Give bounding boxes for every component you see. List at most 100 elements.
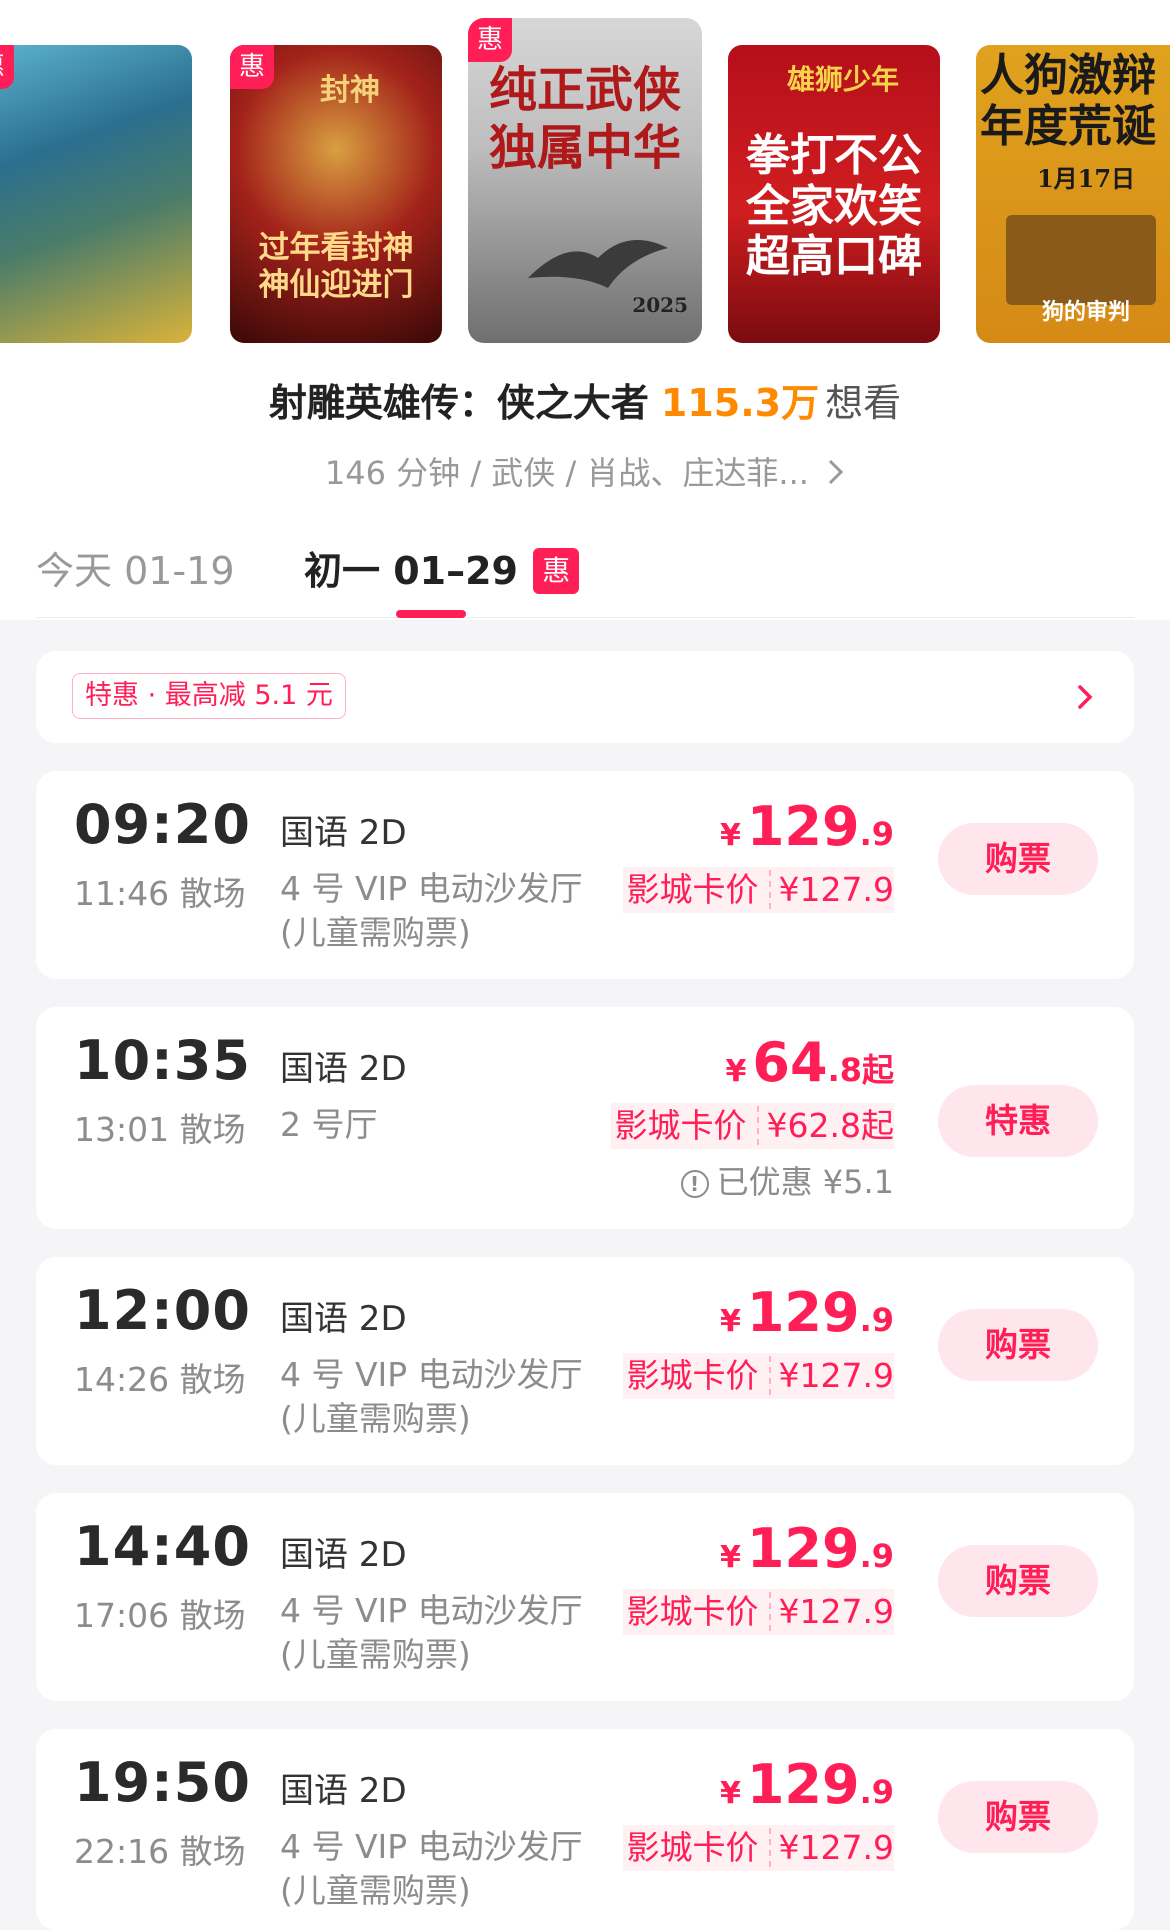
showtime-card[interactable]: 10:35 13:01 散场 国语 2D 2 号厅 ¥64.8起 影城卡价 ¥62… — [36, 1007, 1134, 1229]
price-decimal: .9 — [859, 1537, 894, 1575]
poster-3-selected[interactable]: 惠 纯正武侠 独属中华 2025 — [468, 18, 702, 343]
price-integer: 129 — [746, 1281, 860, 1344]
poster-date: 1月17日 — [1036, 164, 1136, 193]
discount-badge: 惠 — [468, 18, 512, 62]
discount-applied: ! 已优惠 ¥5.1 — [680, 1157, 894, 1203]
price-decimal: .9 — [859, 1773, 894, 1811]
buy-ticket-button[interactable]: 购票 — [938, 823, 1098, 895]
currency: ¥ — [719, 1540, 741, 1575]
price-decimal: .8 — [827, 1051, 862, 1089]
poster-2[interactable]: 惠 封神 过年看封神 神仙迎进门 — [230, 45, 442, 343]
card-price: 影城卡价 ¥62.8起 — [610, 1103, 894, 1149]
special-offer-button[interactable]: 特惠 — [938, 1085, 1098, 1157]
currency: ¥ — [719, 1776, 741, 1811]
card-price: 影城卡价 ¥127.9 — [622, 1353, 894, 1399]
price-decimal: .9 — [859, 1301, 894, 1339]
card-price-label: 影城卡价 — [626, 1592, 759, 1631]
hall-name: 4 号 VIP 电动沙发厅 (儿童需购票) — [280, 1827, 583, 1910]
showtime-card[interactable]: 09:20 11:46 散场 国语 2D 4 号 VIP 电动沙发厅 (儿童需购… — [36, 771, 1134, 979]
tab-chuyi[interactable]: 初一 01–29 惠 — [304, 540, 580, 595]
promo-banner[interactable]: 特惠 · 最高减 5.1 元 — [36, 651, 1134, 743]
chevron-right-icon — [1078, 685, 1093, 709]
end-time: 13:01 散场 — [74, 1110, 246, 1149]
card-price: 影城卡价 ¥127.9 — [622, 1589, 894, 1635]
start-time: 12:00 — [74, 1279, 251, 1342]
card-price-label: 影城卡价 — [626, 1356, 759, 1395]
discount-applied-text: 已优惠 ¥5.1 — [716, 1163, 894, 1201]
poster-bottom-title: 狗的审判 — [1041, 299, 1130, 325]
card-price-value: ¥127.9 — [768, 1592, 894, 1631]
promo-tag: 特惠 · 最高减 5.1 元 — [72, 673, 346, 719]
language-format: 国语 2D — [280, 813, 407, 853]
poster-1[interactable]: 惠 — [0, 45, 192, 343]
language-format: 国语 2D — [280, 1299, 407, 1339]
price-decimal: .9 — [859, 815, 894, 853]
buy-ticket-button[interactable]: 购票 — [938, 1545, 1098, 1617]
poster-slogan: 拳打不公 全家欢笑 超高口碑 — [746, 130, 922, 283]
poster-4[interactable]: 雄狮少年 拳打不公 全家欢笑 超高口碑 — [728, 45, 940, 343]
price: ¥129.9 — [720, 1517, 894, 1580]
price: ¥64.8起 — [726, 1031, 894, 1094]
card-price: 影城卡价 ¥127.9 — [622, 1825, 894, 1871]
price-integer: 129 — [746, 1753, 860, 1816]
price-suffix: 起 — [861, 1051, 894, 1089]
price-integer: 64 — [752, 1031, 828, 1094]
discount-badge: 惠 — [230, 45, 274, 89]
card-price-value: ¥127.9 — [768, 870, 894, 909]
want-count: 115.3万 — [660, 381, 820, 425]
card-price-value: ¥62.8起 — [756, 1106, 894, 1145]
card-price-label: 影城卡价 — [626, 870, 759, 909]
poster-logo-text: 雄狮少年 — [786, 63, 899, 96]
price: ¥129.9 — [720, 1753, 894, 1816]
showtime-card[interactable]: 19:50 22:16 散场 国语 2D 4 号 VIP 电动沙发厅 (儿童需购… — [36, 1729, 1134, 1930]
discount-badge: 惠 — [533, 548, 580, 594]
card-price: 影城卡价 ¥127.9 — [622, 867, 894, 913]
movie-meta-text: 146 分钟 / 武侠 / 肖战、庄达菲... — [324, 454, 809, 492]
buy-ticket-button[interactable]: 购票 — [938, 1309, 1098, 1381]
eagle-icon — [528, 240, 668, 288]
language-format: 国语 2D — [280, 1535, 407, 1575]
price-integer: 129 — [746, 795, 860, 858]
hall-name: 4 号 VIP 电动沙发厅 (儿童需购票) — [280, 1591, 583, 1674]
movie-meta[interactable]: 146 分钟 / 武侠 / 肖战、庄达菲... — [0, 448, 1170, 494]
start-time: 14:40 — [74, 1515, 251, 1578]
price: ¥129.9 — [720, 795, 894, 858]
currency: ¥ — [719, 818, 741, 853]
card-price-label: 影城卡价 — [626, 1828, 759, 1867]
poster-year: 2025 — [632, 293, 688, 317]
tab-label: 初一 01–29 — [304, 549, 518, 593]
card-price-label: 影城卡价 — [614, 1106, 747, 1145]
tab-active-indicator — [396, 610, 466, 618]
card-price-value: ¥127.9 — [768, 1828, 894, 1867]
start-time: 10:35 — [74, 1029, 251, 1092]
language-format: 国语 2D — [280, 1049, 407, 1089]
poster-image — [1006, 215, 1156, 305]
currency: ¥ — [719, 1304, 741, 1339]
poster-slogan: 过年看封神 神仙迎进门 — [258, 230, 414, 304]
poster-logo-text: 封神 — [320, 73, 380, 108]
card-price-value: ¥127.9 — [768, 1356, 894, 1395]
hall-name: 2 号厅 — [280, 1105, 378, 1144]
start-time: 09:20 — [74, 793, 251, 856]
hall-name: 4 号 VIP 电动沙发厅 (儿童需购票) — [280, 1355, 583, 1438]
movie-title: 射雕英雄传：侠之大者 — [268, 381, 649, 425]
end-time: 11:46 散场 — [74, 874, 246, 913]
poster-carousel[interactable]: 惠 惠 封神 过年看封神 神仙迎进门 惠 纯正武侠 独属中华 2025 雄狮少年… — [0, 0, 1170, 345]
movie-title-row: 射雕英雄传：侠之大者 115.3万 想看 — [0, 372, 1170, 427]
poster-slogan: 人狗激辩 年度荒诞 — [980, 50, 1156, 152]
info-icon: ! — [680, 1170, 709, 1198]
price-integer: 129 — [746, 1517, 860, 1580]
date-tabs: 今天 01-19 初一 01–29 惠 — [36, 530, 1134, 618]
showtime-card[interactable]: 12:00 14:26 散场 国语 2D 4 号 VIP 电动沙发厅 (儿童需购… — [36, 1257, 1134, 1465]
poster-slogan: 纯正武侠 独属中华 — [488, 62, 681, 176]
currency: ¥ — [725, 1054, 747, 1089]
end-time: 17:06 散场 — [74, 1596, 246, 1635]
hall-name: 4 号 VIP 电动沙发厅 (儿童需购票) — [280, 869, 583, 952]
language-format: 国语 2D — [280, 1771, 407, 1811]
buy-ticket-button[interactable]: 购票 — [938, 1781, 1098, 1853]
end-time: 22:16 散场 — [74, 1832, 246, 1871]
discount-badge: 惠 — [0, 45, 14, 89]
tab-today[interactable]: 今天 01-19 — [36, 540, 235, 595]
poster-5[interactable]: 人狗激辩 年度荒诞 1月17日 狗的审判 — [976, 45, 1170, 343]
showtime-card[interactable]: 14:40 17:06 散场 国语 2D 4 号 VIP 电动沙发厅 (儿童需购… — [36, 1493, 1134, 1701]
